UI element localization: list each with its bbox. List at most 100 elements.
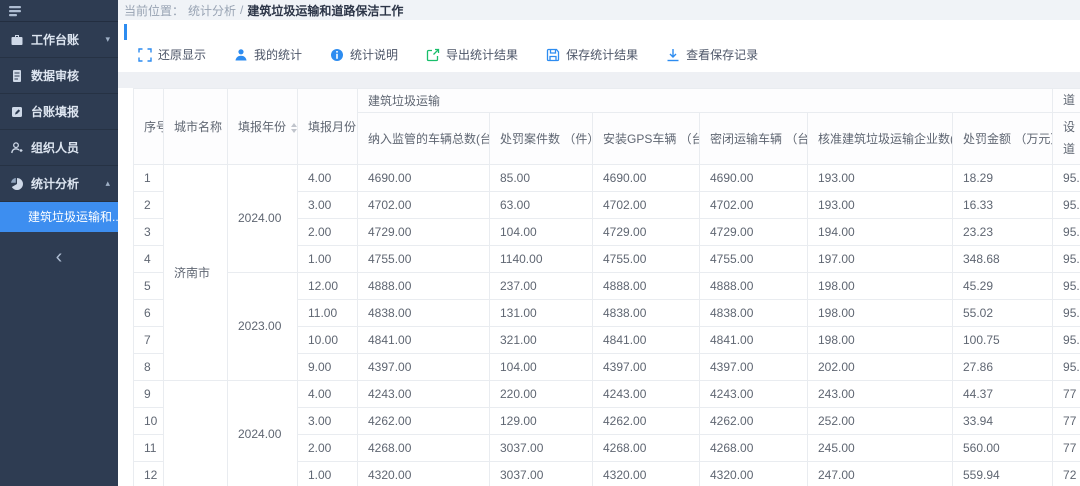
sidebar-item-work-ledger[interactable]: 工作台账 ▾: [0, 22, 118, 58]
clipped-cell: 77: [1053, 407, 1080, 434]
city-cell: 青岛市: [164, 380, 228, 486]
button-label: 还原显示: [158, 46, 206, 63]
breadcrumb-prefix: 当前位置：: [124, 2, 184, 19]
index-cell: 4: [134, 245, 164, 272]
col-header-penalty-amount: 处罚金额 （万元）: [953, 112, 1053, 164]
metric-cell: 104.00: [490, 353, 593, 380]
edit-icon: [10, 105, 24, 119]
statistics-info-button[interactable]: 统计说明: [330, 46, 398, 63]
index-cell: 6: [134, 299, 164, 326]
clipped-cell: 95.: [1053, 245, 1080, 272]
metric-cell: 4729.00: [358, 218, 490, 245]
info-icon: [330, 48, 344, 62]
metric-cell: 4690.00: [358, 164, 490, 191]
clipped-cell: 95.: [1053, 326, 1080, 353]
index-cell: 5: [134, 272, 164, 299]
metric-cell: 4268.00: [358, 434, 490, 461]
metric-cell: 63.00: [490, 191, 593, 218]
metric-cell: 33.94: [953, 407, 1053, 434]
breadcrumb-current: 建筑垃圾运输和道路保洁工作: [247, 2, 403, 19]
briefcase-icon: [10, 33, 24, 47]
index-cell: 10: [134, 407, 164, 434]
clipped-cell: 77: [1053, 380, 1080, 407]
month-cell: 2.00: [298, 434, 358, 461]
my-statistics-button[interactable]: 我的统计: [234, 46, 302, 63]
metric-cell: 4268.00: [700, 434, 808, 461]
metric-cell: 4397.00: [700, 353, 808, 380]
metric-cell: 4841.00: [358, 326, 490, 353]
app-logo-icon[interactable]: [8, 4, 22, 18]
sidebar: 工作台账 ▾ 数据审核 台账填报 组织人员 统计分析 ▴ 建筑垃圾运输和... …: [0, 0, 118, 486]
clipped-cell: 77: [1053, 434, 1080, 461]
sidebar-item-label: 统计分析: [31, 175, 98, 192]
metric-cell: 4729.00: [593, 218, 700, 245]
metric-cell: 4838.00: [593, 299, 700, 326]
button-label: 导出统计结果: [446, 46, 518, 63]
index-cell: 8: [134, 353, 164, 380]
index-cell: 2: [134, 191, 164, 218]
sort-icon[interactable]: [291, 123, 297, 133]
metric-cell: 4690.00: [593, 164, 700, 191]
metric-cell: 1140.00: [490, 245, 593, 272]
chevron-left-icon: ‹: [56, 246, 63, 268]
sidebar-item-data-review[interactable]: 数据审核: [0, 58, 118, 94]
button-label: 查看保存记录: [686, 46, 758, 63]
button-label: 统计说明: [350, 46, 398, 63]
metric-cell: 131.00: [490, 299, 593, 326]
table-row[interactable]: 5 2023.00 12.00 4888.00 237.00 4888.00 4…: [134, 272, 1080, 299]
metric-cell: 245.00: [808, 434, 953, 461]
sidebar-item-statistics[interactable]: 统计分析 ▴: [0, 166, 118, 202]
month-cell: 10.00: [298, 326, 358, 353]
month-cell: 12.00: [298, 272, 358, 299]
metric-cell: 237.00: [490, 272, 593, 299]
metric-cell: 198.00: [808, 326, 953, 353]
sidebar-item-ledger-entry[interactable]: 台账填报: [0, 94, 118, 130]
table-row[interactable]: 9 青岛市 2024.00 4.00 4243.00 220.00 4243.0…: [134, 380, 1080, 407]
metric-cell: 4690.00: [700, 164, 808, 191]
restore-view-button[interactable]: 还原显示: [138, 46, 206, 63]
metric-cell: 321.00: [490, 326, 593, 353]
save-results-button[interactable]: 保存统计结果: [546, 46, 638, 63]
year-cell: 2023.00: [228, 272, 298, 380]
col-header-city: 城市名称: [164, 89, 228, 165]
audit-doc-icon: [10, 69, 24, 83]
metric-cell: 4755.00: [358, 245, 490, 272]
toolbar-panel: 还原显示 我的统计 统计说明 导出统计结果: [118, 20, 1080, 72]
metric-cell: 4320.00: [358, 461, 490, 486]
export-results-button[interactable]: 导出统计结果: [426, 46, 518, 63]
metric-cell: 198.00: [808, 272, 953, 299]
breadcrumb-parent[interactable]: 统计分析: [188, 2, 236, 19]
sidebar-subitem-construction-waste[interactable]: 建筑垃圾运输和...: [0, 202, 118, 232]
button-label: 我的统计: [254, 46, 302, 63]
view-saved-records-button[interactable]: 查看保存记录: [666, 46, 758, 63]
clipped-cell: 95.: [1053, 164, 1080, 191]
main-area: 当前位置： 统计分析 / 建筑垃圾运输和道路保洁工作 还原显示 我的统计: [118, 0, 1080, 486]
metric-cell: 23.23: [953, 218, 1053, 245]
metric-cell: 129.00: [490, 407, 593, 434]
clipped-cell: 95.: [1053, 299, 1080, 326]
city-cell: 济南市: [164, 164, 228, 380]
clipped-cell: 95.: [1053, 272, 1080, 299]
metric-cell: 4888.00: [700, 272, 808, 299]
sidebar-item-organization[interactable]: 组织人员: [0, 130, 118, 166]
metric-cell: 198.00: [808, 299, 953, 326]
clipped-cell: 95.: [1053, 353, 1080, 380]
chevron-up-icon: ▴: [105, 178, 110, 189]
metric-cell: 247.00: [808, 461, 953, 486]
month-cell: 9.00: [298, 353, 358, 380]
sidebar-collapse-button[interactable]: ‹: [0, 246, 118, 269]
metric-cell: 4755.00: [700, 245, 808, 272]
year-cell: 2024.00: [228, 164, 298, 272]
metric-cell: 202.00: [808, 353, 953, 380]
month-cell: 2.00: [298, 218, 358, 245]
user-icon: [10, 141, 24, 155]
metric-cell: 104.00: [490, 218, 593, 245]
table-row[interactable]: 1 济南市 2024.00 4.00 4690.00 85.00 4690.00…: [134, 164, 1080, 191]
breadcrumb-separator: /: [240, 3, 243, 17]
col-header-month: 填报月份: [298, 89, 358, 165]
metric-cell: 4841.00: [593, 326, 700, 353]
month-cell: 1.00: [298, 245, 358, 272]
text-cursor: [124, 24, 127, 40]
metric-cell: 4268.00: [593, 434, 700, 461]
metric-cell: 44.37: [953, 380, 1053, 407]
